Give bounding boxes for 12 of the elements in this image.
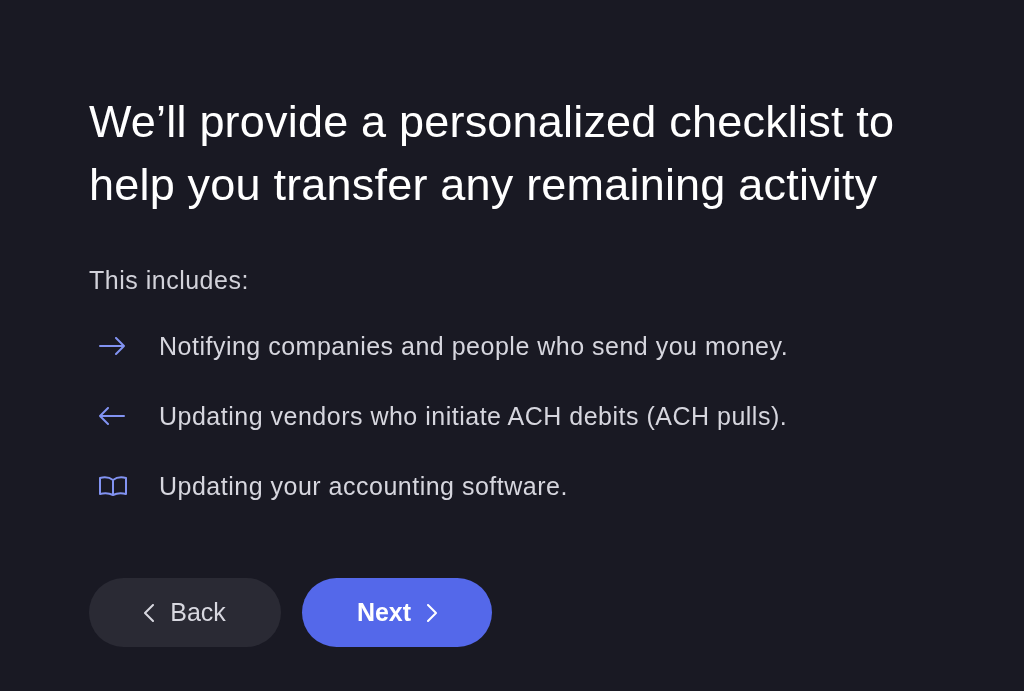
chevron-left-icon	[144, 603, 155, 622]
list-item-text: Updating your accounting software.	[159, 471, 568, 501]
intro-text: This includes:	[89, 265, 250, 295]
list-item-text: Notifying companies and people who send you money.	[159, 331, 789, 361]
arrow-right-icon	[99, 337, 125, 355]
list-item-text: Updating vendors who initiate ACH debits (ACH pulls).	[159, 401, 788, 431]
back-button[interactable]: Back	[89, 578, 281, 647]
heading: We’ll provide a personalized checklist to help you transfer any remaining activity	[89, 95, 896, 212]
chevron-right-icon	[427, 603, 438, 622]
next-button[interactable]: Next	[302, 578, 492, 647]
arrow-left-icon	[99, 407, 125, 425]
book-icon	[99, 476, 127, 496]
